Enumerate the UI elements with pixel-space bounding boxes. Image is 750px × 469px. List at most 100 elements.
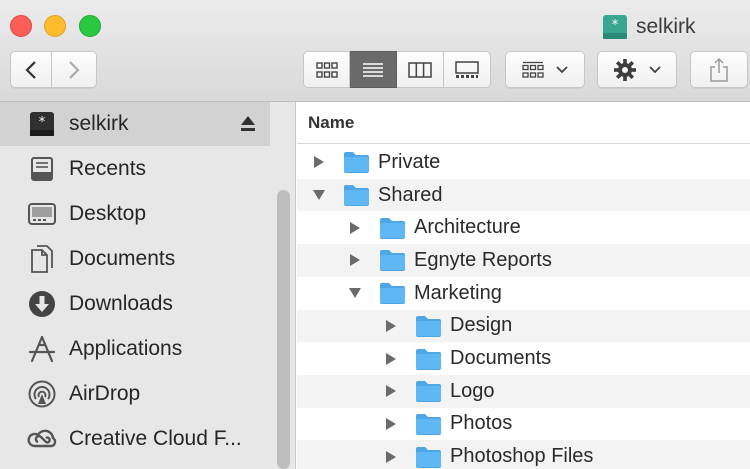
- list-item[interactable]: Logo: [297, 374, 750, 408]
- eject-icon[interactable]: [240, 115, 256, 133]
- file-name: Marketing: [414, 281, 502, 304]
- window-title: * selkirk: [602, 12, 696, 42]
- gear-icon: [614, 58, 636, 81]
- creative-cloud-icon: [27, 429, 57, 448]
- folder-icon: [380, 217, 405, 239]
- applications-icon: [28, 335, 56, 363]
- svg-text:*: *: [612, 18, 619, 33]
- sidebar-item-label: Applications: [69, 337, 183, 360]
- sidebar-item-airdrop[interactable]: AirDrop: [0, 372, 270, 416]
- disclosure-triangle-collapsed-icon[interactable]: [384, 450, 398, 464]
- folder-icon: [416, 413, 441, 435]
- file-name: Photos: [450, 412, 513, 435]
- list-item[interactable]: Documents: [297, 342, 750, 375]
- sidebar-item-selkirk[interactable]: * selkirk: [0, 102, 270, 146]
- folder-icon: [416, 446, 441, 468]
- file-name: Shared: [378, 183, 443, 206]
- gallery-view-button[interactable]: [444, 51, 491, 88]
- view-mode-segmented-control: [303, 51, 491, 88]
- file-name: Egnyte Reports: [414, 248, 552, 271]
- list-item[interactable]: Architecture: [297, 211, 750, 244]
- documents-icon: [31, 245, 53, 273]
- gallery-view-icon: [455, 60, 479, 78]
- column-view-icon: [408, 61, 432, 78]
- sidebar-item-downloads[interactable]: Downloads: [0, 282, 270, 326]
- file-list: Name Private Shared Architecture Egnyte Rep…: [297, 102, 750, 469]
- file-name: Photoshop Files: [450, 445, 594, 468]
- share-icon: [710, 57, 728, 82]
- icon-view-button[interactable]: [303, 51, 350, 88]
- sidebar-item-label: AirDrop: [69, 382, 141, 405]
- minimize-window-button[interactable]: [44, 15, 66, 37]
- window-toolbar: * selkirk: [0, 0, 750, 102]
- downloads-icon: [29, 291, 55, 317]
- sidebar-item-label: Recents: [69, 157, 147, 180]
- close-window-button[interactable]: [10, 15, 32, 37]
- column-header-label: Name: [308, 112, 355, 132]
- forward-button[interactable]: [51, 51, 97, 88]
- window-title-text: selkirk: [636, 15, 696, 38]
- sidebar-item-recents[interactable]: Recents: [0, 147, 270, 191]
- file-name: Private: [378, 150, 441, 173]
- folder-icon: [380, 283, 405, 305]
- folder-icon: [380, 250, 405, 272]
- disclosure-triangle-collapsed-icon[interactable]: [348, 253, 362, 267]
- sidebar-scrollbar[interactable]: [277, 190, 290, 469]
- desktop-icon: [28, 203, 56, 225]
- list-item[interactable]: Photos: [297, 408, 750, 441]
- disclosure-triangle-collapsed-icon[interactable]: [312, 155, 326, 169]
- disclosure-triangle-collapsed-icon[interactable]: [384, 319, 398, 333]
- file-name: Documents: [450, 347, 552, 370]
- action-dropdown-button[interactable]: [597, 51, 677, 88]
- sidebar-item-applications[interactable]: Applications: [0, 327, 270, 371]
- svg-text:*: *: [39, 115, 46, 130]
- list-view-icon: [363, 62, 383, 77]
- folder-icon: [344, 152, 369, 174]
- list-view-button[interactable]: [350, 51, 397, 88]
- folder-icon: [344, 185, 369, 207]
- chevron-left-icon: [25, 60, 36, 79]
- name-column-header[interactable]: Name: [297, 102, 750, 144]
- arrange-dropdown-button[interactable]: [505, 51, 585, 88]
- file-name: Architecture: [414, 216, 521, 239]
- file-name: Design: [450, 314, 513, 337]
- icon-view-icon: [315, 61, 338, 78]
- sidebar-item-label: Downloads: [69, 292, 173, 315]
- list-item[interactable]: Marketing: [297, 277, 750, 310]
- sidebar: * selkirk Recents Desktop Documents Down…: [0, 102, 296, 469]
- grid-arrange-icon: [522, 61, 544, 78]
- folder-icon: [416, 315, 441, 337]
- column-view-button[interactable]: [397, 51, 444, 88]
- chevron-down-icon: [556, 65, 568, 73]
- drive-icon: *: [603, 15, 627, 39]
- recents-icon: [31, 157, 53, 181]
- disclosure-triangle-collapsed-icon[interactable]: [384, 384, 398, 398]
- list-item[interactable]: Egnyte Reports: [297, 244, 750, 277]
- sidebar-item-label: Creative Cloud F...: [69, 427, 242, 450]
- zoom-window-button[interactable]: [79, 15, 101, 37]
- list-item[interactable]: Private: [297, 146, 750, 179]
- chevron-right-icon: [69, 60, 80, 79]
- file-name: Logo: [450, 379, 495, 402]
- disclosure-triangle-collapsed-icon[interactable]: [384, 417, 398, 431]
- sidebar-item-label: selkirk: [69, 112, 129, 135]
- chevron-down-icon: [649, 65, 661, 73]
- sidebar-item-label: Documents: [69, 247, 176, 270]
- list-item[interactable]: Design: [297, 309, 750, 343]
- back-button[interactable]: [10, 51, 52, 88]
- folder-icon: [416, 381, 441, 403]
- disclosure-triangle-collapsed-icon[interactable]: [384, 352, 398, 366]
- list-item[interactable]: Shared: [297, 178, 750, 212]
- airdrop-icon: [28, 380, 56, 408]
- disclosure-triangle-collapsed-icon[interactable]: [348, 221, 362, 235]
- disclosure-triangle-expanded-icon[interactable]: [348, 286, 362, 300]
- folder-icon: [416, 348, 441, 370]
- sidebar-item-creative-cloud[interactable]: Creative Cloud F...: [0, 417, 270, 461]
- disclosure-triangle-expanded-icon[interactable]: [312, 188, 326, 202]
- sidebar-item-documents[interactable]: Documents: [0, 237, 270, 281]
- drive-icon: *: [30, 112, 54, 136]
- sidebar-item-desktop[interactable]: Desktop: [0, 192, 270, 236]
- share-button[interactable]: [690, 51, 748, 88]
- list-item[interactable]: Photoshop Files: [297, 440, 750, 469]
- sidebar-item-label: Desktop: [69, 202, 147, 225]
